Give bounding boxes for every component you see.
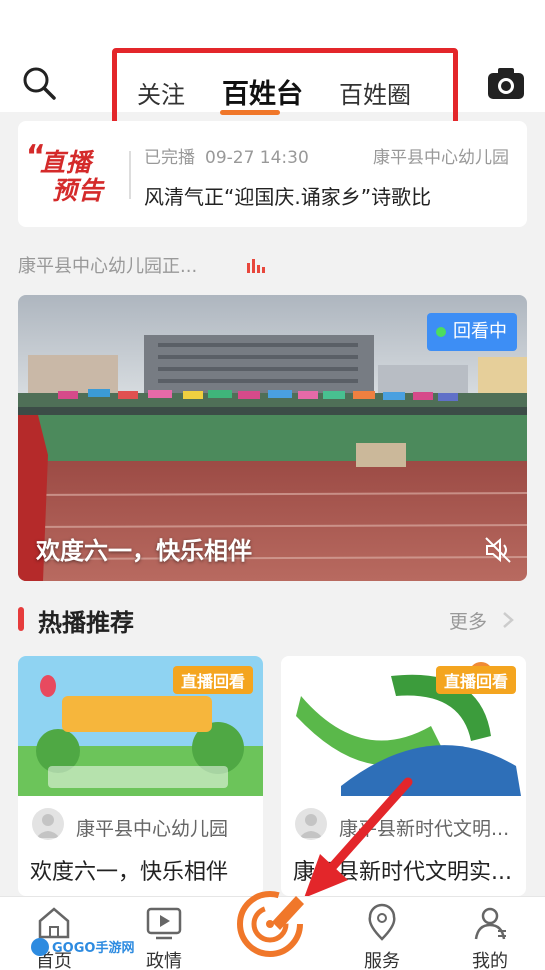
hot-recommend-header: 热播推荐 更多 [18,603,527,637]
live-meta: 已完播 09-27 14:30 [144,143,309,168]
user-icon [474,907,506,940]
section-title: 热播推荐 [38,609,134,637]
tab-mine-label: 我的 [472,951,508,970]
tv-icon [146,907,182,940]
live-org: 康平县中心幼儿园 [373,148,509,168]
watermark-logo: GOGO手游网 [30,936,144,958]
live-time: 09-27 14:30 [205,148,309,168]
channel-label[interactable]: 康平县中心幼儿园正... [18,252,197,278]
live-center-button[interactable] [232,878,316,962]
tab-mine[interactable]: 我的 [450,901,530,970]
logo-line2: 预告 [52,176,105,205]
tab-service[interactable]: 服务 [342,901,422,970]
tab-baixingtai[interactable]: 百姓台 [222,72,303,111]
live-notice-card[interactable]: “ 直播 预告 已完播 09-27 14:30 康平县中心幼儿园 风清气正“迎国庆… [18,121,527,227]
tab-service-label: 服务 [364,951,400,970]
recommend-card[interactable]: 直播回看 康平县中心幼儿园 欢度六一，快乐相伴 [18,656,263,896]
card-org: 康平县中心幼儿园 [76,818,229,840]
more-link[interactable]: 更多 [449,607,487,634]
mute-icon[interactable] [483,535,513,565]
camera-icon[interactable] [486,64,526,104]
featured-video[interactable]: 回看中 欢度六一，快乐相伴 [18,295,527,581]
live-dot-icon [436,327,446,337]
card-title: 欢度六一，快乐相伴 [30,860,229,885]
divider [129,151,131,199]
live-status: 已完播 [144,148,195,168]
replay-badge: 直播回看 [172,666,253,694]
equalizer-icon [247,258,265,273]
search-icon[interactable] [20,64,60,104]
active-tab-indicator [220,110,280,115]
replay-badge: 回看中 [427,313,517,351]
live-title: 风清气正“迎国庆.诵家乡”诗歌比 [144,185,432,209]
svg-text:GOGO手游网: GOGO手游网 [52,940,134,956]
replay-badge: 直播回看 [435,666,516,694]
location-icon [368,903,396,941]
video-title: 欢度六一，快乐相伴 [36,537,252,565]
section-accent-bar [18,607,24,631]
replay-badge-label: 回看中 [453,321,507,342]
avatar [32,808,64,840]
tab-follow[interactable]: 关注 [137,75,185,110]
live-preview-logo: “ 直播 预告 [26,139,126,207]
live-center-icon [237,891,304,957]
header-tabs: 关注 百姓台 百姓圈 [112,48,458,130]
chevron-right-icon[interactable] [501,611,515,629]
tab-baixingquan[interactable]: 百姓圈 [339,75,411,110]
